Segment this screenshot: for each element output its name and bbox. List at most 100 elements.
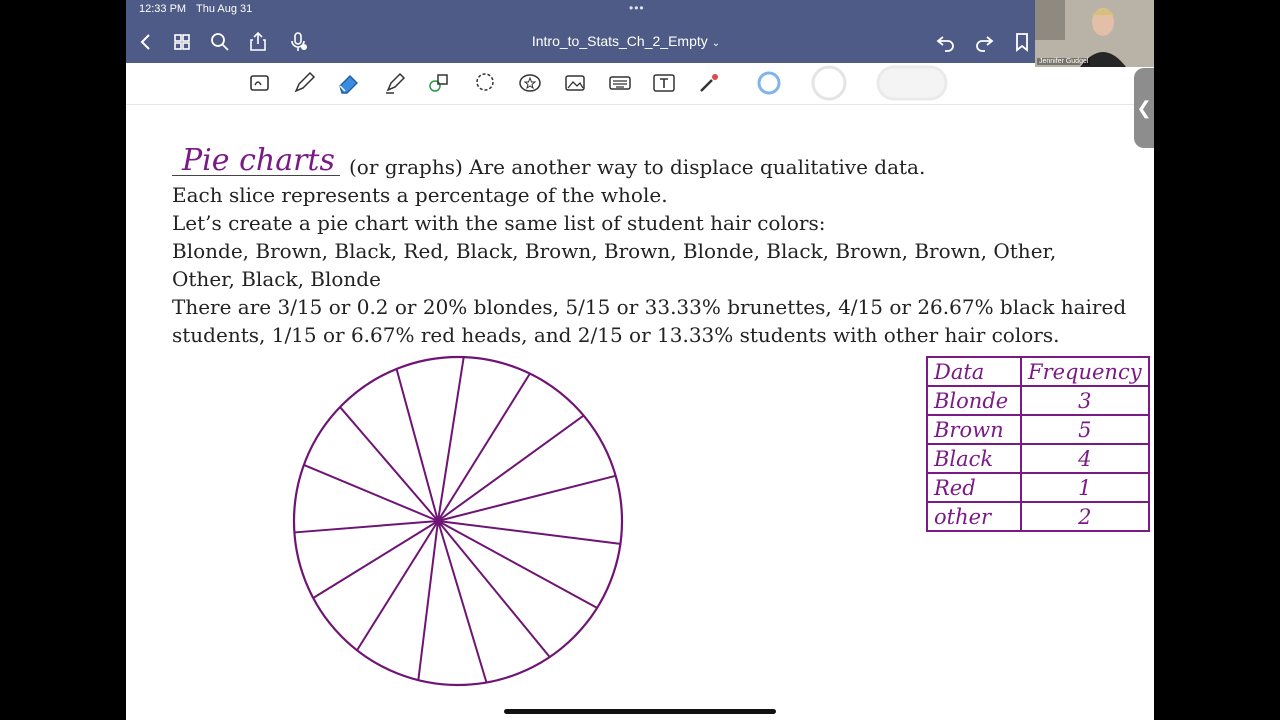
- table-cell: Blonde: [926, 385, 1022, 416]
- pie-slice-line: [294, 520, 439, 534]
- text-box-icon: [653, 74, 675, 92]
- frequency-table: Data Frequency Blonde 3 Brown 5 Black 4 …: [926, 356, 1150, 532]
- table-cell: Red: [926, 472, 1022, 503]
- chevron-left-icon: [140, 34, 150, 50]
- handwritten-heading: Pie charts: [182, 143, 335, 178]
- pie-slice-line: [437, 356, 465, 522]
- image-tool[interactable]: [562, 70, 588, 96]
- color-swatch-3[interactable]: [876, 65, 948, 101]
- status-time: 12:33 PM: [139, 3, 187, 15]
- home-indicator[interactable]: [504, 709, 776, 714]
- shapes-tool[interactable]: [426, 70, 452, 96]
- lasso-icon: [476, 73, 494, 91]
- pie-slice-line: [356, 520, 439, 651]
- text-tool[interactable]: [651, 70, 677, 96]
- text-line: There are 3/15 or 0.2 or 20% blondes, 5/…: [172, 295, 1127, 319]
- color-ring-icon: [757, 71, 781, 95]
- undo-button[interactable]: [934, 30, 958, 54]
- grid-icon: [174, 34, 190, 50]
- text-line: (or graphs) Are another way to displace …: [349, 155, 926, 179]
- read-mode-tool[interactable]: [247, 70, 273, 96]
- pie-slice-line: [437, 474, 616, 522]
- pen-tool[interactable]: [291, 70, 317, 96]
- zoom-box-icon: [250, 75, 269, 91]
- laser-pointer-tool[interactable]: [696, 70, 722, 96]
- table-cell: other: [926, 501, 1022, 532]
- multitasking-dots[interactable]: •••: [629, 1, 645, 15]
- status-date: Thu Aug 31: [196, 3, 253, 15]
- color-swatch-2[interactable]: [811, 65, 847, 101]
- table-cell: Black: [926, 443, 1022, 474]
- note-page[interactable]: Pie charts (or graphs) Are another way t…: [126, 105, 1154, 720]
- table-cell: 2: [1020, 501, 1150, 532]
- back-button[interactable]: [134, 30, 158, 54]
- table-row: other 2: [926, 501, 1150, 532]
- grid-button[interactable]: [170, 30, 194, 54]
- pie-slice-line: [437, 414, 585, 522]
- top-bar: 12:33 PM Thu Aug 31 ••• Intro_to_Stats_C…: [126, 0, 1154, 63]
- pie-chart-drawing: [292, 355, 624, 687]
- image-icon: [565, 75, 585, 91]
- color-ring-icon: [811, 65, 847, 101]
- pie-slice-line: [437, 520, 598, 609]
- presenter-video-icon: [1035, 0, 1154, 67]
- pie-slice-line: [303, 463, 439, 522]
- search-button[interactable]: [208, 30, 232, 54]
- undo-icon: [936, 36, 954, 52]
- table-header-cell: Data: [926, 356, 1022, 387]
- table-row: Red 1: [926, 472, 1150, 503]
- redo-button[interactable]: [972, 30, 996, 54]
- text-line: Blonde, Brown, Black, Red, Black, Brown,…: [172, 239, 1057, 263]
- share-icon: [250, 31, 266, 51]
- table-cell: 5: [1020, 414, 1150, 445]
- pie-slice-line: [437, 520, 488, 683]
- pie-slice-line: [437, 520, 621, 545]
- text-line: Let’s create a pie chart with the same l…: [172, 211, 826, 235]
- pie-slice-line: [312, 520, 439, 599]
- document-title: Intro_to_Stats_Ch_2_Empty: [531, 33, 708, 49]
- webcam-name-label: Jennifer Gudgel: [1037, 58, 1091, 65]
- pie-slice-line: [437, 520, 551, 658]
- redo-icon: [976, 36, 994, 52]
- pie-outline: [292, 355, 624, 687]
- table-row: Brown 5: [926, 414, 1150, 445]
- table-header-cell: Frequency: [1020, 356, 1150, 387]
- table-cell: Brown: [926, 414, 1022, 445]
- webcam-overlay: Jennifer Gudgel: [1035, 0, 1154, 67]
- share-button[interactable]: [246, 30, 270, 54]
- lasso-tool[interactable]: [472, 70, 498, 96]
- bookmark-icon: [1016, 33, 1028, 52]
- text-line: Each slice represents a percentage of th…: [172, 183, 668, 207]
- highlighter-tool[interactable]: [382, 70, 408, 96]
- table-cell: 4: [1020, 443, 1150, 474]
- sticker-icon: [519, 74, 541, 92]
- shapes-icon: [429, 74, 448, 92]
- color-ring-icon: [876, 65, 948, 101]
- pie-slice-line: [437, 373, 531, 522]
- table-row: Black 4: [926, 443, 1150, 474]
- mic-button[interactable]: [286, 30, 310, 54]
- document-title-button[interactable]: Intro_to_Stats_Ch_2_Empty ⌄: [506, 33, 746, 49]
- table-cell: 3: [1020, 385, 1150, 416]
- ipad-screen: 12:33 PM Thu Aug 31 ••• Intro_to_Stats_C…: [126, 0, 1154, 720]
- pie-slice-line: [417, 520, 439, 681]
- pie-center-point: [435, 518, 441, 524]
- laser-pointer-icon: [700, 74, 718, 92]
- heading-underline: [172, 175, 340, 176]
- color-blue-swatch[interactable]: [756, 70, 782, 96]
- table-row: Blonde 3: [926, 385, 1150, 416]
- text-line: Other, Black, Blonde: [172, 267, 381, 291]
- table-cell: 1: [1020, 472, 1150, 503]
- drawing-toolbar: [126, 63, 1154, 105]
- bookmark-button[interactable]: [1010, 30, 1034, 54]
- highlighter-icon: [386, 72, 406, 94]
- keyboard-icon: [609, 76, 631, 90]
- keyboard-tool[interactable]: [607, 70, 633, 96]
- eraser-tool[interactable]: [336, 70, 362, 96]
- table-header-row: Data Frequency: [926, 356, 1150, 387]
- microphone-off-icon: [291, 32, 307, 51]
- chevron-down-icon: ⌄: [711, 38, 721, 49]
- elements-tool[interactable]: [517, 70, 543, 96]
- eraser-icon: [339, 75, 358, 94]
- pen-icon: [294, 71, 316, 93]
